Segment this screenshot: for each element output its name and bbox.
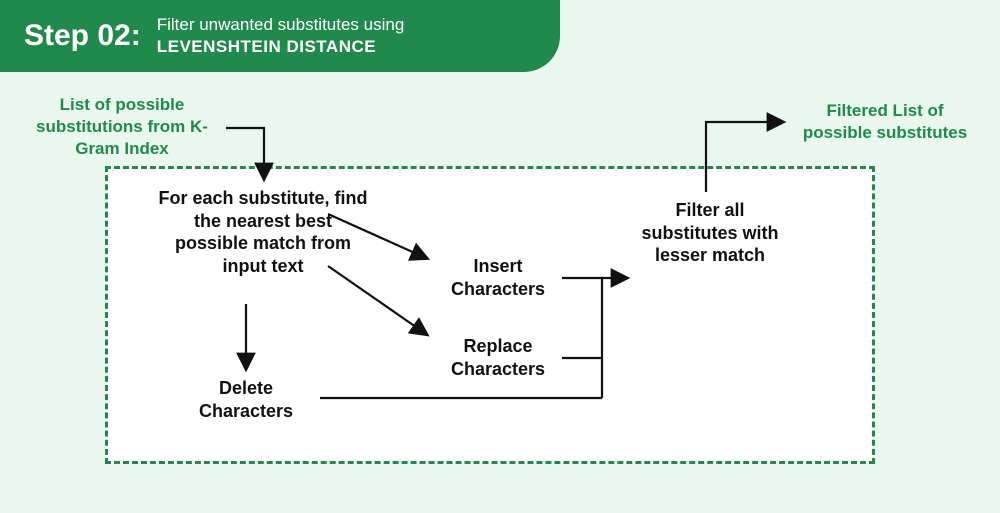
output-label: Filtered List of possible substitutes bbox=[790, 100, 980, 144]
process-box: For each substitute, find the nearest be… bbox=[105, 166, 875, 464]
node-filter-substitutes: Filter all substitutes with lesser match bbox=[640, 199, 780, 267]
node-insert-characters: Insert Characters bbox=[438, 255, 558, 300]
node-find-match: For each substitute, find the nearest be… bbox=[158, 187, 368, 277]
step-description: Filter unwanted substitutes using LEVENS… bbox=[157, 14, 405, 58]
node-delete-characters: Delete Characters bbox=[176, 377, 316, 422]
step-subtitle-line1: Filter unwanted substitutes using bbox=[157, 15, 405, 34]
node-replace-characters: Replace Characters bbox=[438, 335, 558, 380]
step-number: Step 02: bbox=[24, 19, 141, 53]
step-subtitle-line2: LEVENSHTEIN DISTANCE bbox=[157, 37, 376, 56]
input-label: List of possible substitutions from K-Gr… bbox=[22, 94, 222, 160]
step-header: Step 02: Filter unwanted substitutes usi… bbox=[0, 0, 560, 72]
